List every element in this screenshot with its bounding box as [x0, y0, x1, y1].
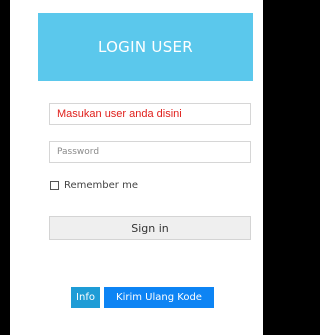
username-value: Masukan user anda disini [57, 108, 182, 120]
password-placeholder: Password [57, 147, 100, 157]
resend-code-button[interactable]: Kirim Ulang Kode [104, 287, 214, 308]
info-label: Info [76, 292, 95, 303]
resend-code-label: Kirim Ulang Kode [116, 292, 202, 303]
username-field[interactable]: Masukan user anda disini [49, 103, 251, 125]
remember-label: Remember me [64, 180, 138, 191]
remember-me[interactable]: Remember me [50, 180, 138, 191]
sign-in-button[interactable]: Sign in [49, 216, 251, 240]
sign-in-label: Sign in [131, 221, 169, 235]
login-panel: LOGIN USER Masukan user anda disini Pass… [10, 0, 263, 335]
login-title: LOGIN USER [97, 38, 194, 56]
remember-checkbox[interactable] [50, 181, 59, 190]
login-header: LOGIN USER [38, 13, 253, 81]
info-button[interactable]: Info [71, 287, 100, 308]
password-field[interactable]: Password [49, 141, 251, 163]
